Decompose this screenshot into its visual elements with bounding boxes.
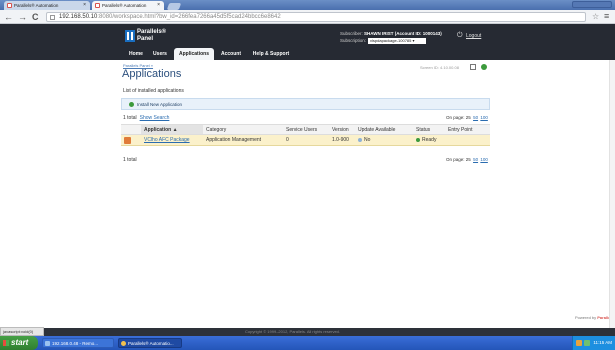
main-content: Parallels Panel » Applications Screen ID… [0, 60, 615, 328]
taskbar-item-browser[interactable]: Parallels® Automatio... [118, 338, 182, 348]
screen-id: Screen ID: 4.10.00.08 [420, 65, 459, 70]
list-total-top: 1 total Show Search [123, 115, 170, 121]
copyright-text: Copyright © 1999–2012, Parallels. All ri… [245, 329, 340, 334]
add-icon [129, 102, 134, 107]
applications-table: Application ▲ Category Service Users Ver… [121, 124, 490, 146]
ready-status-icon [416, 137, 420, 142]
entry-point-cell [445, 134, 490, 146]
page-size-100[interactable]: 100 [480, 115, 488, 120]
subscription-info: Subscription: vlspdapackage-100785 ▾ [340, 37, 427, 44]
account-name: SHAWN IRIST (Account ID: 1000143) [364, 31, 442, 36]
column-version[interactable]: Version [329, 124, 355, 135]
panel-header: Parallels® Panel Subscriber: SHAWN IRIST… [0, 24, 615, 60]
table-row[interactable]: VClho AFC Package Application Management… [121, 134, 490, 146]
back-button[interactable]: ← [4, 12, 13, 22]
column-entry-point[interactable]: Entry Point [445, 124, 490, 135]
update-cell: No [355, 134, 413, 146]
page-size-50[interactable]: 50 [473, 157, 478, 162]
page-icon [50, 15, 55, 20]
page-scrollbar[interactable] [609, 60, 615, 328]
application-name-link[interactable]: VClho AFC Package [141, 134, 203, 146]
subscription-select[interactable]: vlspdapackage-100785 ▾ [368, 37, 427, 44]
bookmark-star-icon[interactable]: ☆ [592, 12, 599, 22]
page-title: Applications [122, 68, 182, 80]
page-favicon-icon [95, 3, 100, 8]
remote-desktop-icon [45, 341, 50, 346]
status-bar-link: javascript:void(0) [0, 327, 44, 336]
column-status[interactable]: Status [413, 124, 445, 135]
list-total-bottom: 1 total [123, 157, 137, 163]
status-cell: Ready [413, 134, 445, 146]
icon-column [121, 124, 141, 135]
new-tab-button[interactable] [166, 3, 182, 10]
tab-close-icon[interactable]: × [83, 1, 86, 10]
logout-link[interactable]: Logout [466, 33, 481, 39]
page-favicon-icon [7, 3, 12, 8]
tab-label: Parallels® Automation [102, 3, 147, 8]
logout-icon[interactable]: ⏻ [457, 32, 463, 40]
url-path: :8080/workspace.html?bw_id=266fea7266a45… [97, 14, 281, 20]
section-header: List of installed applications [123, 88, 184, 94]
windows-taskbar: start 192.168.0.48 - Remo... Parallels® … [0, 336, 615, 350]
reload-button[interactable]: C [32, 12, 39, 22]
show-search-link[interactable]: Show Search [140, 115, 170, 121]
column-service-users[interactable]: Service Users [283, 124, 329, 135]
tab-help-support[interactable]: Help & Support [248, 48, 294, 60]
chrome-icon [121, 341, 126, 346]
address-bar[interactable]: 192.168.50.10:8080/workspace.html?bw_id=… [46, 12, 586, 22]
tab-applications[interactable]: Applications [174, 48, 214, 60]
browser-titlebar: Parallels® Automation × Parallels® Autom… [0, 0, 615, 10]
logo-text: Parallels® Panel [137, 29, 167, 42]
browser-tab[interactable]: Parallels® Automation × [4, 1, 90, 10]
browser-tab-active[interactable]: Parallels® Automation × [92, 1, 164, 10]
forward-button[interactable]: → [18, 12, 27, 22]
url-host: 192.168.50.10 [59, 14, 98, 20]
application-icon [124, 136, 131, 144]
clock: 11:15 AM [593, 340, 612, 345]
tab-close-icon[interactable]: × [157, 1, 160, 10]
page-size-50[interactable]: 50 [473, 115, 478, 120]
page-size-100[interactable]: 100 [480, 157, 488, 162]
taskbar-item-remote[interactable]: 192.168.0.48 - Remo... [42, 338, 114, 348]
column-application[interactable]: Application ▲ [141, 124, 203, 135]
version-cell: 1.0-900 [329, 134, 355, 146]
column-update-available[interactable]: Update Available [355, 124, 413, 135]
browser-menu-icon[interactable]: ≡ [604, 11, 609, 21]
browser-toolbar: ← → C 192.168.50.10:8080/workspace.html?… [0, 10, 615, 24]
start-button[interactable]: start [0, 336, 38, 350]
page-size-bottom: On page: 25 50 100 [446, 157, 488, 162]
column-category[interactable]: Category [203, 124, 283, 135]
network-icon[interactable] [584, 340, 590, 346]
window-controls[interactable] [572, 1, 612, 8]
tab-account[interactable]: Account [216, 48, 246, 60]
tab-label: Parallels® Automation [14, 3, 59, 8]
account-info: Subscriber: SHAWN IRIST (Account ID: 100… [340, 31, 442, 36]
print-icon[interactable] [470, 64, 476, 70]
page-size-top: On page: 25 50 100 [446, 115, 488, 120]
parallels-logo-icon [125, 30, 135, 42]
system-tray: 11:15 AM [572, 336, 615, 350]
service-users-cell: 0 [283, 134, 329, 146]
tab-home[interactable]: Home [126, 48, 146, 60]
install-new-application-button[interactable]: Install New Application [121, 98, 490, 110]
info-icon [358, 137, 362, 142]
install-label: Install New Application [137, 102, 183, 107]
powered-by: Powered by Parallels [575, 315, 614, 320]
tab-users[interactable]: Users [148, 48, 172, 60]
windows-flag-icon [3, 340, 9, 346]
tray-icon[interactable] [576, 340, 582, 346]
category-cell: Application Management [203, 134, 283, 146]
help-icon[interactable] [481, 64, 487, 70]
